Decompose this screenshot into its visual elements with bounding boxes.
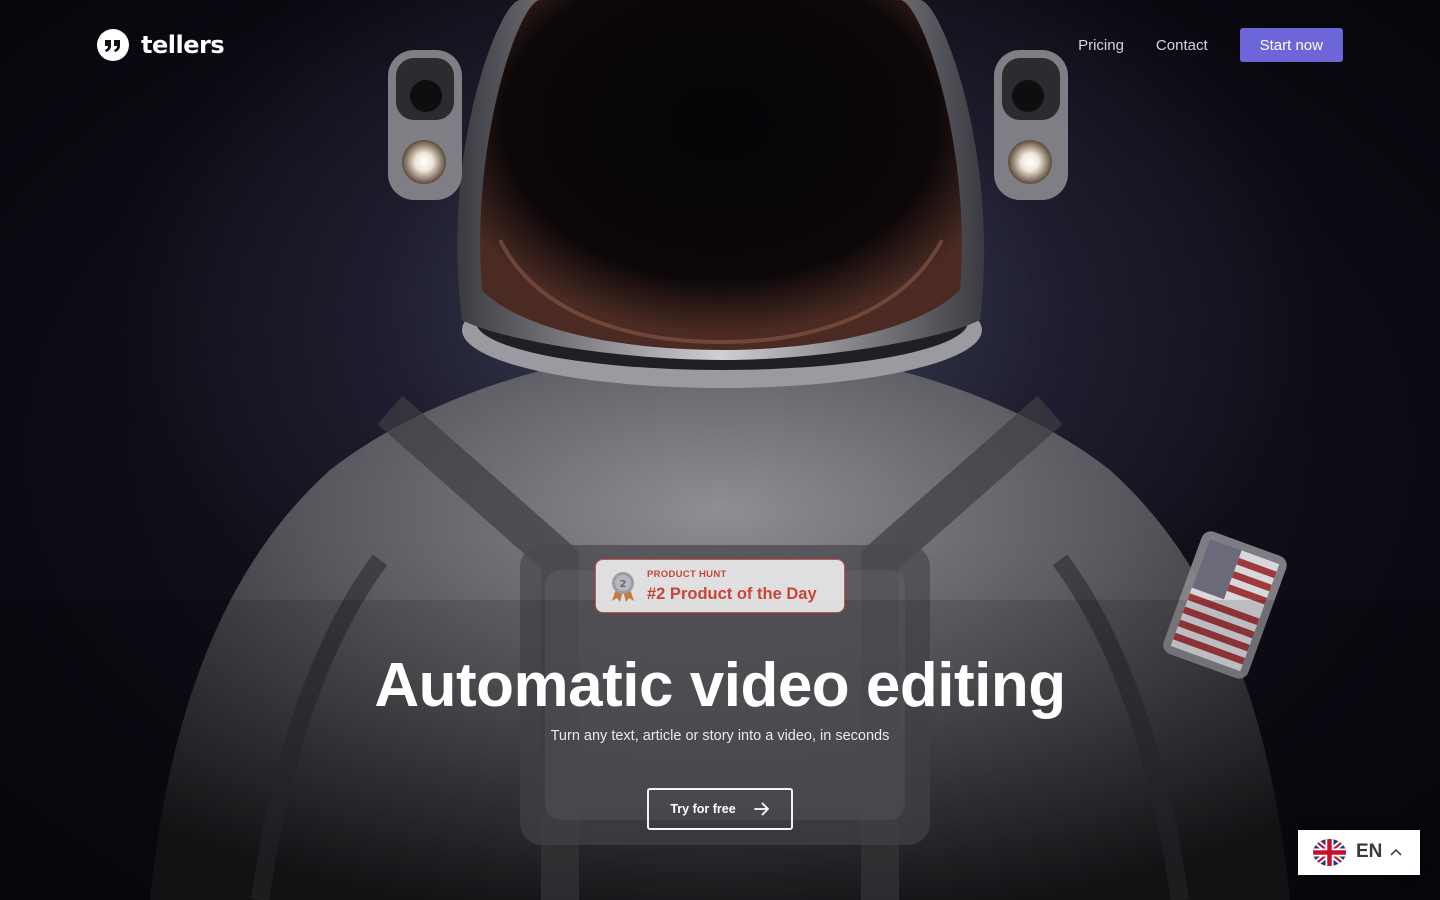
quote-logo-icon — [97, 29, 129, 61]
badge-main-label: #2 Product of the Day — [647, 585, 817, 603]
try-for-free-label: Try for free — [670, 802, 736, 816]
nav-contact[interactable]: Contact — [1156, 37, 1208, 54]
arrow-right-icon — [753, 802, 769, 816]
hero-background — [0, 0, 1440, 900]
nav-pricing[interactable]: Pricing — [1078, 37, 1124, 54]
medal-number: 2 — [620, 579, 627, 590]
logo-text: tellers — [141, 31, 225, 59]
badge-small-label: PRODUCT HUNT — [647, 569, 727, 580]
chevron-up-icon — [1390, 848, 1402, 856]
start-now-button[interactable]: Start now — [1239, 28, 1343, 62]
product-hunt-badge[interactable]: 2 PRODUCT HUNT #2 Product of the Day — [595, 559, 845, 613]
logo-link[interactable]: tellers — [97, 29, 225, 61]
medal-icon: 2 — [612, 572, 634, 602]
hero-subtitle: Turn any text, article or story into a v… — [550, 728, 890, 744]
hero-title: Automatic video editing — [374, 651, 1066, 720]
main-nav: Pricing Contact Start now — [1078, 28, 1343, 62]
language-code: EN — [1356, 841, 1383, 862]
try-for-free-button[interactable]: Try for free — [647, 788, 793, 830]
badge-texts: PRODUCT HUNT #2 Product of the Day — [647, 569, 817, 605]
language-selector[interactable]: EN — [1298, 830, 1420, 875]
uk-flag-icon — [1313, 839, 1346, 866]
astronaut-illustration — [0, 0, 1440, 900]
site-header: tellers Pricing Contact Start now — [0, 0, 1440, 90]
